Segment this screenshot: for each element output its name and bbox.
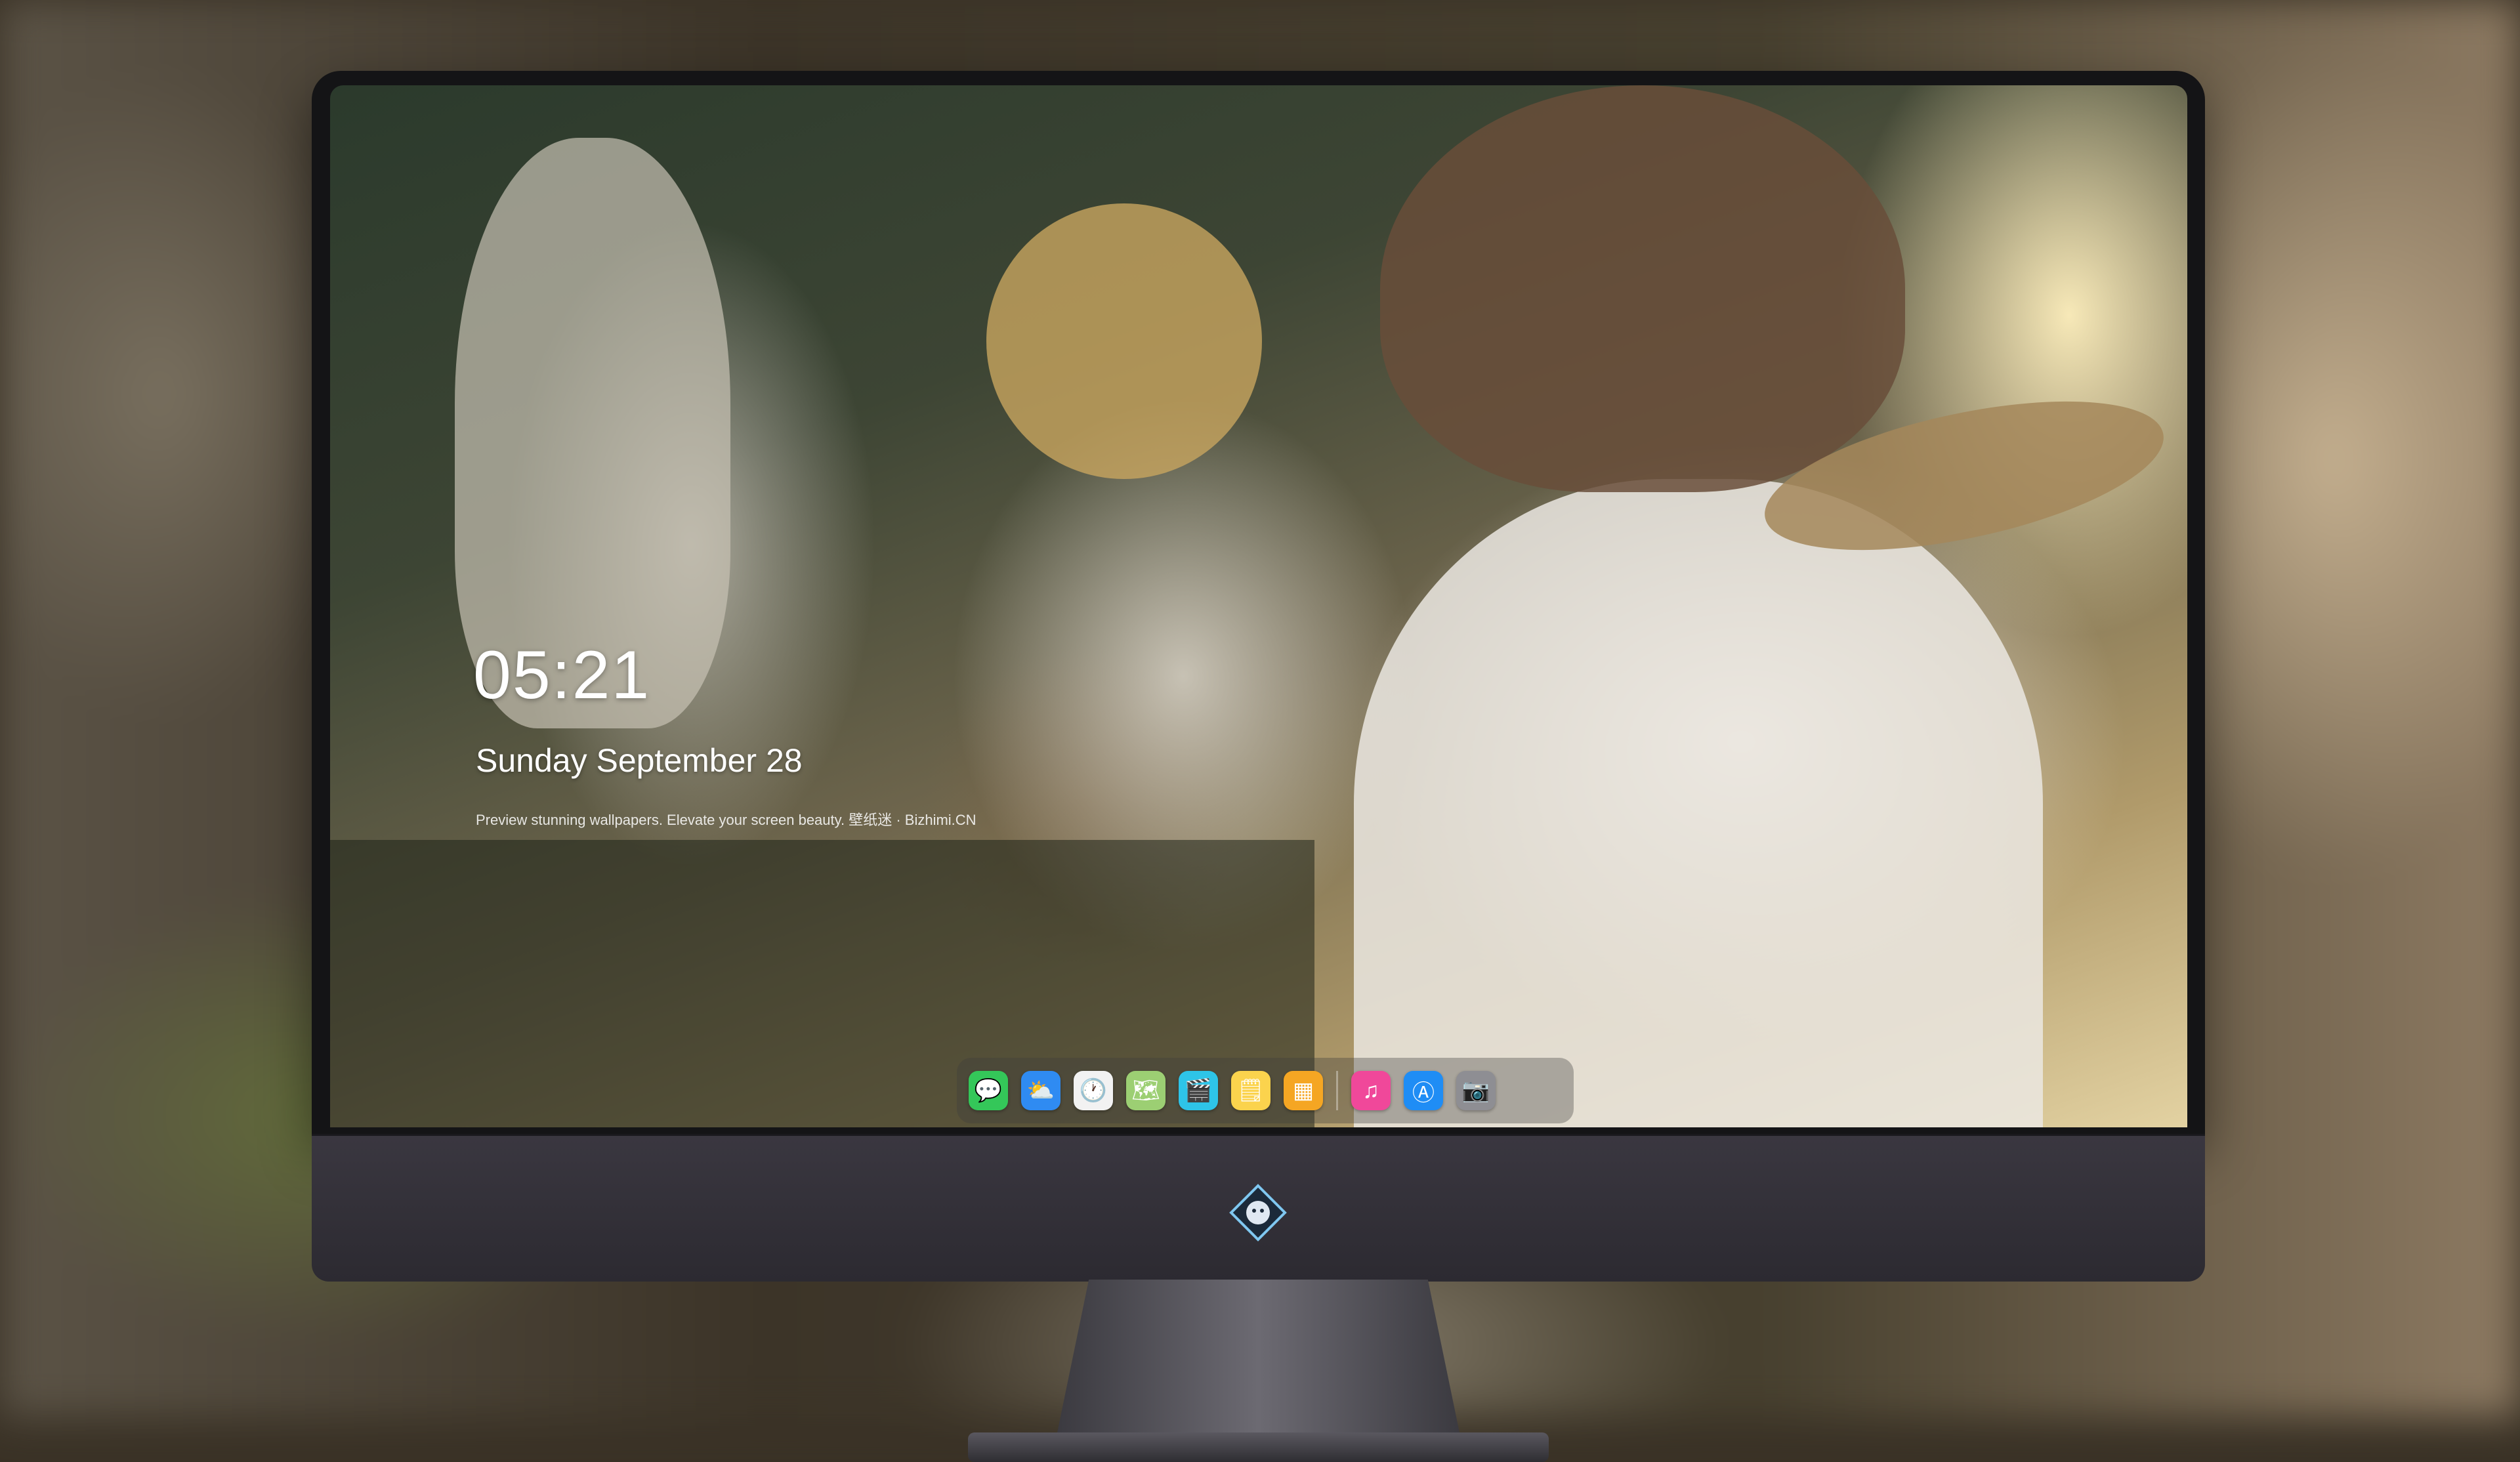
clock-icon[interactable]: 🕐	[1074, 1071, 1113, 1110]
desktop-monitor: 05:21 Sunday September 28 Preview stunni…	[312, 71, 2205, 1462]
maps-icon[interactable]: 🗺	[1126, 1071, 1166, 1110]
dock-separator	[1336, 1071, 1338, 1110]
monitor-screen[interactable]: 05:21 Sunday September 28 Preview stunni…	[330, 85, 2187, 1127]
lockscreen-date: Sunday September 28	[476, 742, 803, 779]
wallpaper-figure-right-body	[1354, 479, 2043, 1127]
messages-icon[interactable]: 💬	[969, 1071, 1008, 1110]
wallpaper-caption: Preview stunning wallpapers. Elevate you…	[476, 812, 976, 828]
wallpaper-figure-middle	[986, 203, 1262, 479]
music-icon[interactable]: ♫	[1351, 1071, 1391, 1110]
monitor-logo-icon	[1225, 1180, 1291, 1245]
lockscreen-time: 05:21	[473, 637, 651, 713]
weather-icon[interactable]: ⛅	[1021, 1071, 1060, 1110]
camera-icon[interactable]: 📷	[1456, 1071, 1496, 1110]
app-dock: 💬 ⛅ 🕐 🗺 🎬 🗒 ▦ ♫ Ⓐ 📷	[957, 1058, 1574, 1123]
monitor-stand-base	[968, 1432, 1549, 1462]
photos-icon[interactable]: ▦	[1284, 1071, 1323, 1110]
monitor-stand-neck	[1057, 1280, 1460, 1436]
video-icon[interactable]: 🎬	[1179, 1071, 1218, 1110]
app-store-icon[interactable]: Ⓐ	[1404, 1071, 1443, 1110]
wallpaper-figure-right-hair	[1380, 85, 1905, 492]
notes-icon[interactable]: 🗒	[1231, 1071, 1270, 1110]
